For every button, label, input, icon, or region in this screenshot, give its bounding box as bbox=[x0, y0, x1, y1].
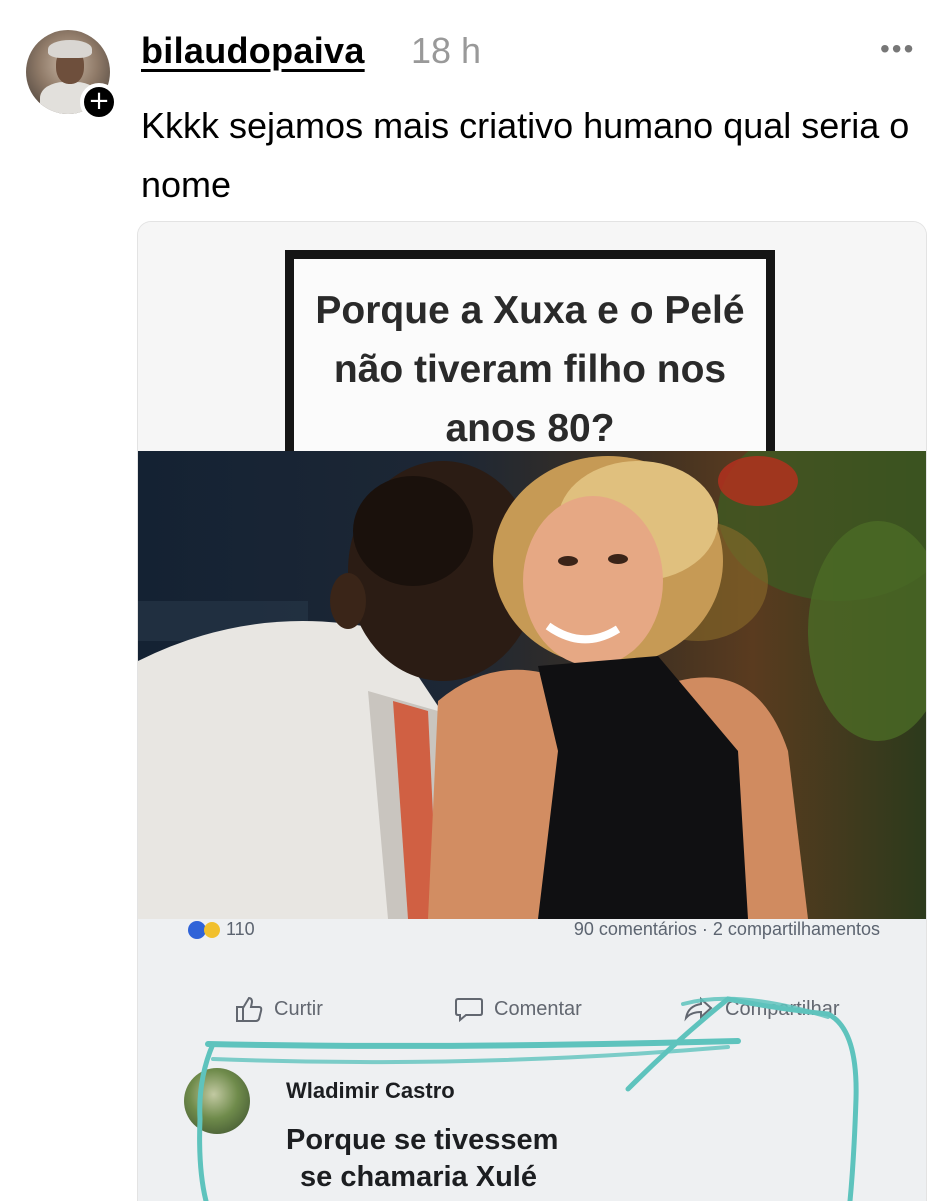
facebook-share-action: Compartilhar bbox=[683, 995, 839, 1023]
photo-illustration bbox=[138, 451, 926, 919]
share-arrow-icon bbox=[684, 996, 713, 1022]
reaction-summary: 110 bbox=[188, 919, 255, 940]
comment-text: Porque se tivessem se chamaria Xulé bbox=[286, 1122, 558, 1196]
haha-reaction-icon bbox=[204, 921, 220, 938]
post-username[interactable]: bilaudopaiva bbox=[141, 30, 365, 72]
avatar-cap-shape bbox=[48, 40, 92, 58]
facebook-screenshot: 110 90 comentários · 2 compartilhamentos… bbox=[138, 919, 926, 1201]
meme-photo bbox=[138, 451, 926, 919]
engagement-stats: 90 comentários · 2 compartilhamentos bbox=[574, 919, 880, 940]
facebook-comment-action: Comentar bbox=[454, 995, 582, 1023]
post-timestamp: 18 h bbox=[411, 30, 482, 71]
post-media[interactable]: Porque a Xuxa e o Pelé não tiveram filho… bbox=[137, 221, 927, 1201]
comment-bubble: Wladimir Castro Porque se tivessem se ch… bbox=[264, 1064, 664, 1201]
more-options-icon[interactable]: ••• bbox=[880, 34, 915, 64]
facebook-comment: Wladimir Castro Porque se tivessem se ch… bbox=[138, 1049, 926, 1201]
meme-caption-area: Porque a Xuxa e o Pelé não tiveram filho… bbox=[138, 222, 926, 454]
meme-caption-box: Porque a Xuxa e o Pelé não tiveram filho… bbox=[285, 250, 775, 454]
like-label: Curtir bbox=[274, 997, 323, 1020]
comment-label: Comentar bbox=[494, 997, 582, 1020]
commenter-name: Wladimir Castro bbox=[286, 1078, 455, 1103]
comment-text-line1: Porque se tivessem bbox=[286, 1124, 559, 1156]
follow-plus-icon[interactable]: + bbox=[80, 83, 118, 121]
commenter-avatar bbox=[184, 1068, 250, 1134]
reaction-count: 110 bbox=[226, 919, 255, 939]
engagement-stats-text: 90 comentários · 2 compartilhamentos bbox=[573, 919, 880, 939]
meme-caption: Porque a Xuxa e o Pelé não tiveram filho… bbox=[315, 289, 745, 450]
comment-bubble-icon bbox=[455, 998, 483, 1023]
comment-text-line2: se chamaria Xulé bbox=[300, 1161, 537, 1193]
share-label: Compartilhar bbox=[725, 997, 840, 1020]
facebook-action-bar: Curtir Comentar Compartilhar bbox=[138, 995, 926, 1029]
thumbs-up-icon bbox=[236, 996, 263, 1022]
post-text: Kkkk sejamos mais criativo humano qual s… bbox=[141, 105, 910, 205]
facebook-like-action: Curtir bbox=[234, 995, 323, 1023]
